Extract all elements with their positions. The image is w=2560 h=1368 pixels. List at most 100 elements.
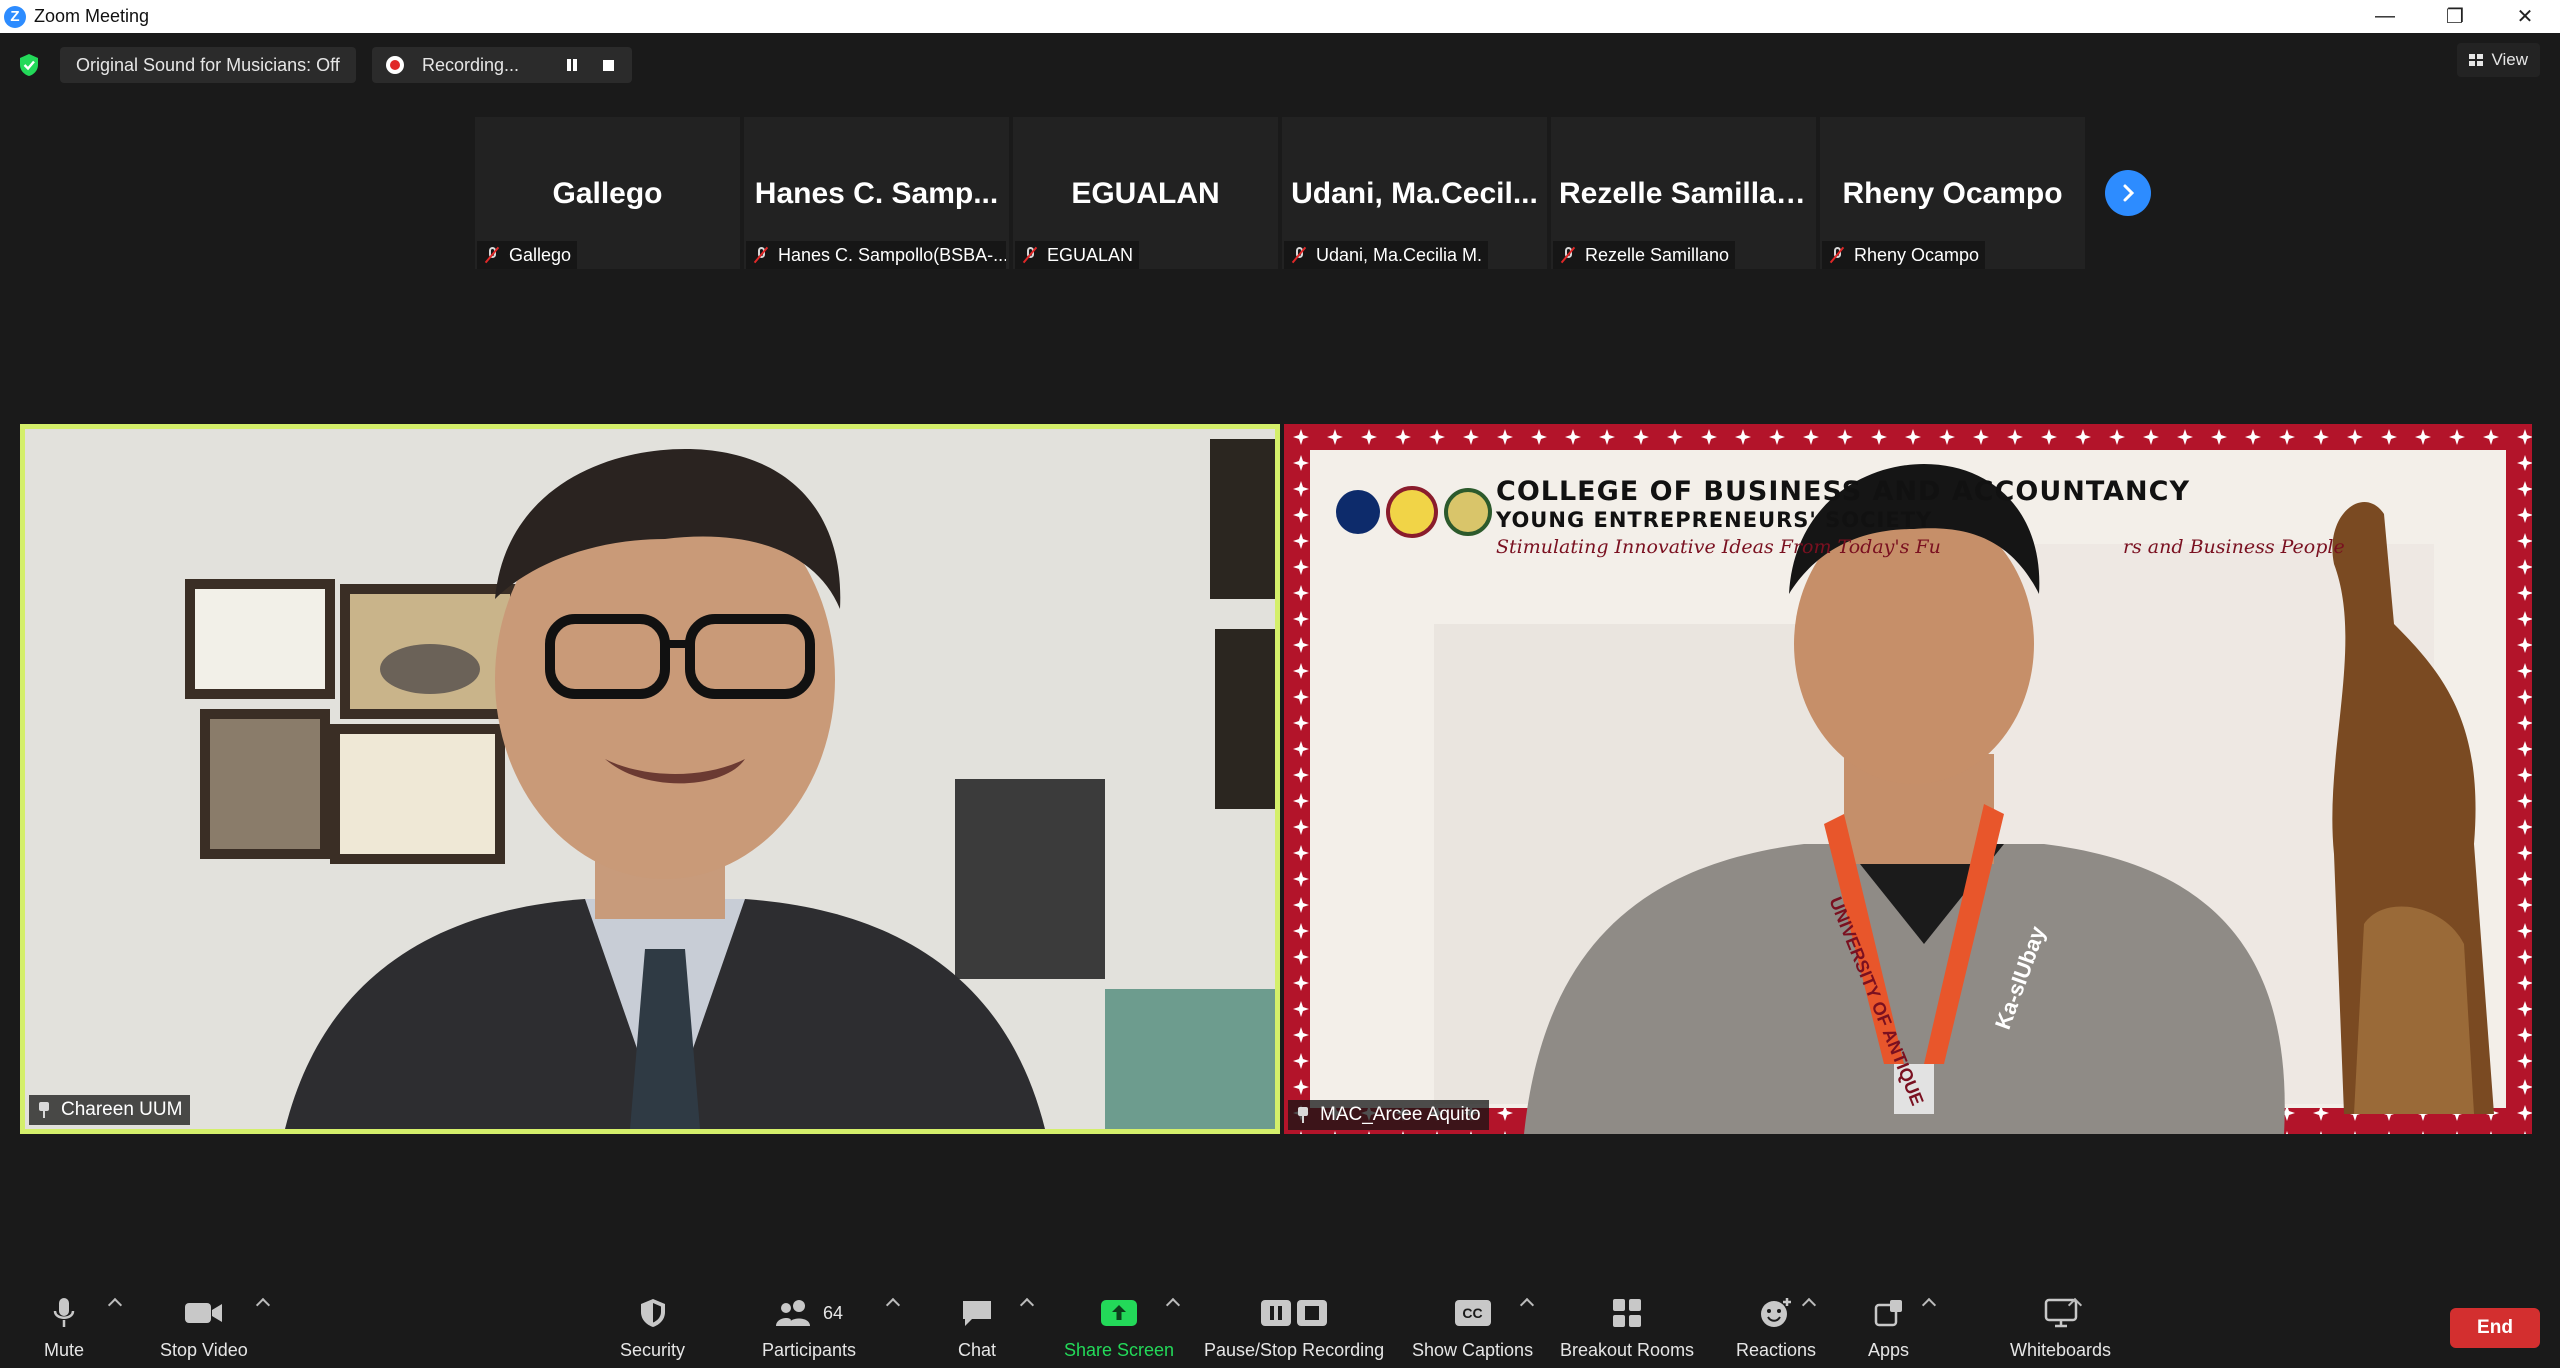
participant-tile[interactable]: Rezelle Samillano Rezelle Samillano (1551, 117, 1816, 269)
original-sound-toggle[interactable]: Original Sound for Musicians: Off (60, 47, 356, 83)
meeting-top-bar: Original Sound for Musicians: Off Record… (0, 33, 2560, 97)
participant-display-name: Udani, Ma.Cecil... (1291, 177, 1538, 210)
microphone-icon (51, 1294, 77, 1332)
reactions-label: Reactions (1736, 1340, 1817, 1360)
speaker-video-frame (25, 429, 1275, 1129)
show-captions-label: Show Captions (1412, 1340, 1534, 1360)
reactions-smiley-icon (1759, 1294, 1793, 1332)
security-label: Security (620, 1340, 686, 1360)
video-participant-name: Chareen UUM (61, 1099, 183, 1120)
active-speaker-video[interactable]: Chareen UUM (20, 424, 1280, 1134)
banner-title: COLLEGE OF BUSINESS AND ACCOUNTANCY (1496, 476, 2191, 507)
video-camera-icon (184, 1294, 224, 1332)
stop-video-label: Stop Video (160, 1340, 248, 1360)
participant-tile[interactable]: Gallego Gallego (475, 117, 740, 269)
chat-button[interactable]: Chat (958, 1294, 996, 1361)
muted-mic-icon (1828, 246, 1846, 264)
share-screen-label: Share Screen (1064, 1340, 1175, 1360)
participant-display-name: Gallego (552, 177, 663, 210)
breakout-rooms-label: Breakout Rooms (1560, 1340, 1695, 1360)
share-screen-icon (1100, 1294, 1138, 1332)
participant-display-name: Rezelle Samillano (1559, 177, 1813, 210)
video-nameplate: Chareen UUM (29, 1095, 191, 1125)
participants-icon: 64 (775, 1294, 843, 1332)
audio-options-caret-icon[interactable] (107, 1297, 123, 1313)
participant-nameplate: EGUALAN (1015, 241, 1140, 269)
participant-name: Rezelle Samillano (1585, 244, 1730, 265)
participant-nameplate: Hanes C. Sampollo(BSBA-... (746, 241, 1006, 269)
pause-recording-button[interactable] (558, 55, 586, 75)
mute-button[interactable]: Mute (44, 1294, 84, 1361)
view-label: View (2491, 50, 2528, 69)
participant-name: Udani, Ma.Cecilia M. (1316, 244, 1483, 265)
end-meeting-button[interactable]: End (2450, 1308, 2540, 1348)
stop-recording-button[interactable] (594, 55, 622, 75)
participant-tile[interactable]: EGUALAN EGUALAN (1013, 117, 1278, 269)
close-button[interactable]: ✕ (2490, 0, 2560, 33)
closed-captions-icon: CC (1454, 1294, 1491, 1332)
breakout-rooms-button[interactable]: Breakout Rooms (1560, 1294, 1694, 1361)
participant-nameplate: Udani, Ma.Cecilia M. (1284, 241, 1489, 269)
muted-mic-icon (1021, 246, 1039, 264)
participant-nameplate: Rheny Ocampo (1822, 241, 1986, 269)
participant-name: Rheny Ocampo (1854, 244, 1980, 265)
stop-icon (602, 59, 614, 71)
meeting-toolbar: Mute Stop Video Security 64 Participants… (0, 1278, 2560, 1368)
pause-stop-recording-button[interactable]: Pause/Stop Recording (1204, 1294, 1384, 1361)
stop-video-button[interactable]: Stop Video (160, 1294, 248, 1361)
banner-tagline-end: rs and Business People (2122, 536, 2345, 558)
chat-label: Chat (958, 1340, 997, 1360)
participant-display-name: EGUALAN (1071, 177, 1220, 210)
encryption-shield-icon[interactable] (18, 53, 40, 77)
recording-dot-icon (386, 56, 404, 74)
participant-video[interactable]: COLLEGE OF BUSINESS AND ACCOUNTANCY YOUN… (1284, 424, 2532, 1134)
chat-options-caret-icon[interactable] (1019, 1297, 1035, 1313)
restore-button[interactable]: ❐ (2420, 0, 2490, 33)
participants-count: 64 (823, 1302, 844, 1323)
recording-label: Recording... (422, 54, 520, 75)
window-controls: — ❐ ✕ (2350, 0, 2560, 33)
participant-name: EGUALAN (1047, 244, 1134, 265)
whiteboards-label: Whiteboards (2010, 1340, 2112, 1360)
muted-mic-icon (483, 246, 501, 264)
muted-mic-icon (1290, 246, 1308, 264)
participant-tile[interactable]: Rheny Ocampo Rheny Ocampo (1820, 117, 2085, 269)
participant-nameplate: Gallego (477, 241, 578, 269)
participants-label: Participants (762, 1340, 857, 1360)
security-shield-icon (639, 1294, 667, 1332)
participants-options-caret-icon[interactable] (885, 1297, 901, 1313)
recording-controls-icon (1259, 1294, 1329, 1332)
pause-icon (567, 59, 577, 71)
participants-button[interactable]: 64 Participants (762, 1294, 856, 1361)
recording-indicator: Recording... (372, 47, 632, 83)
apps-icon (1873, 1294, 1905, 1332)
view-grid-icon (2469, 54, 2484, 66)
view-button[interactable]: View (2457, 43, 2540, 77)
whiteboards-button[interactable]: Whiteboards (2010, 1294, 2111, 1361)
apps-label: Apps (1868, 1340, 1910, 1360)
cc-glyph: CC (1454, 1300, 1491, 1326)
banner-tagline: Stimulating Innovative Ideas From Today'… (1496, 536, 2345, 558)
video-options-caret-icon[interactable] (255, 1297, 271, 1313)
participant-tile[interactable]: Hanes C. Samp... Hanes C. Sampollo(BSBA-… (744, 117, 1009, 269)
title-bar: Z Zoom Meeting — ❐ ✕ (0, 0, 2560, 33)
participant-display-name: Hanes C. Samp... (754, 177, 999, 210)
minimize-button[interactable]: — (2350, 0, 2420, 33)
zoom-logo-icon: Z (4, 5, 26, 28)
participant-thumbnail-strip: Gallego Gallego Hanes C. Samp... Hanes C… (475, 117, 2085, 269)
video-nameplate: MAC_Arcee Aquito (1288, 1100, 1489, 1130)
banner-subtitle: YOUNG ENTREPRENEURS' SOCIETY (1496, 508, 1933, 532)
next-page-button[interactable] (2105, 170, 2151, 216)
apps-options-caret-icon[interactable] (1921, 1297, 1937, 1313)
participant-display-name: Rheny Ocampo (1842, 177, 2063, 210)
show-captions-button[interactable]: CC Show Captions (1412, 1294, 1533, 1361)
apps-button[interactable]: Apps (1868, 1294, 1909, 1361)
muted-mic-icon (1559, 246, 1577, 264)
participant-nameplate: Rezelle Samillano (1553, 241, 1736, 269)
security-button[interactable]: Security (620, 1294, 685, 1361)
participant-name: Hanes C. Sampollo(BSBA-... (778, 244, 1006, 265)
participant-tile[interactable]: Udani, Ma.Cecil... Udani, Ma.Cecilia M. (1282, 117, 1547, 269)
pin-icon (1296, 1107, 1310, 1123)
share-screen-button[interactable]: Share Screen (1064, 1294, 1174, 1361)
banner-tagline-start: Stimulating Innovative Ideas From Today'… (1496, 536, 1941, 558)
